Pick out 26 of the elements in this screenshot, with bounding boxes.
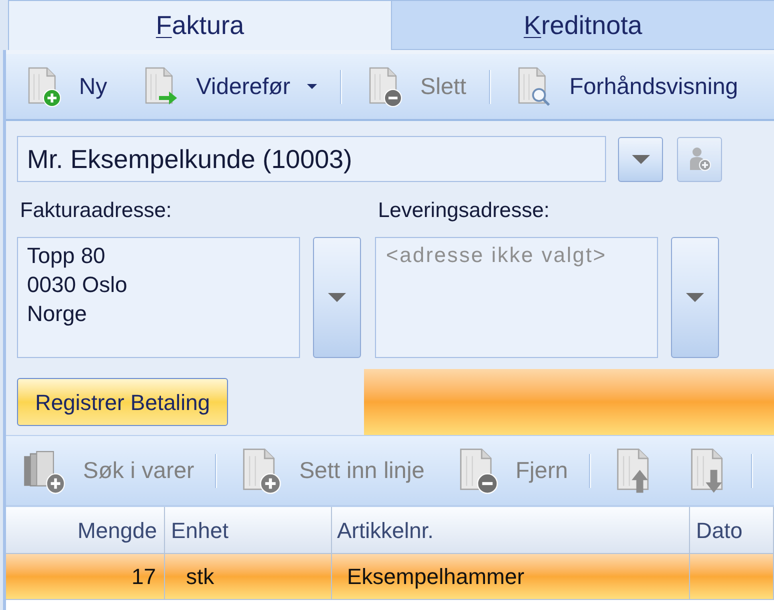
column-header[interactable]: Dato [690, 507, 774, 553]
customer-field[interactable]: Mr. Eksempelkunde (10003) [17, 136, 606, 182]
dropdown-button[interactable] [618, 136, 663, 182]
caret-down-icon [328, 293, 346, 302]
tab[interactable]: Faktura [8, 0, 391, 50]
register-payment-button[interactable]: Registrer Betaling [17, 378, 228, 426]
dropdown-button[interactable] [671, 237, 719, 358]
table-row[interactable]: 17 stk Eksempelhammer [6, 554, 774, 600]
table-cell: Eksempelhammer [332, 554, 690, 599]
column-header[interactable]: Artikkelnr. [332, 507, 690, 553]
address-field[interactable]: Topp 80 0030 Oslo Norge [17, 237, 300, 358]
caret-down-icon [307, 84, 318, 89]
column-header[interactable]: Enhet [165, 507, 332, 553]
dropdown-button[interactable] [313, 237, 361, 358]
toolbar-button[interactable]: Forhåndsvisning [510, 66, 742, 108]
toolbar-button[interactable]: Viderefør [137, 66, 322, 108]
person-plus-icon [688, 147, 710, 171]
field-label: Fakturaadresse: [19, 198, 172, 224]
tab[interactable]: Kreditnota [391, 0, 774, 50]
column-header[interactable]: Mengde [6, 507, 165, 553]
caret-down-icon [686, 293, 704, 302]
field-label: Leveringsadresse: [377, 198, 550, 224]
table-cell: 17 [6, 554, 165, 599]
caret-down-icon [632, 154, 650, 164]
table-cell: stk [165, 554, 332, 599]
toolbar-button[interactable]: Ny [20, 66, 112, 108]
